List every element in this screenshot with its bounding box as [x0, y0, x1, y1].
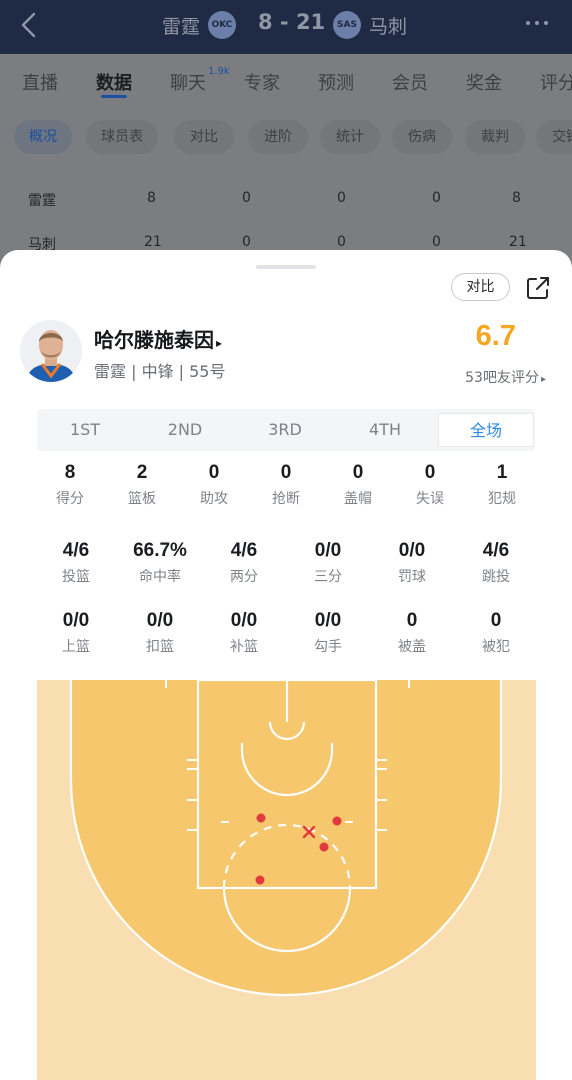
stat-rebounds: 2 篮板 — [128, 462, 156, 507]
away-team-name: 马刺 — [369, 16, 408, 38]
quarter-score: 0 — [432, 234, 441, 250]
match-score: 8 - 21 — [258, 10, 326, 34]
active-tab-indicator — [101, 95, 127, 98]
subtab-referee[interactable]: 裁判 — [465, 120, 525, 154]
tab-chat[interactable]: 聊天 — [170, 69, 206, 95]
stat-hook-shots: 0/0 勾手 — [314, 610, 342, 655]
stat-two-pointers: 4/6 两分 — [230, 540, 258, 585]
quarter-total: 8 — [512, 190, 521, 206]
made-shot-dot — [319, 842, 329, 852]
subtab-stats[interactable]: 统计 — [320, 120, 380, 154]
period-tab-1st[interactable]: 1ST — [37, 413, 133, 447]
stat-points: 8 得分 — [56, 462, 84, 507]
stat-fg-percentage: 66.7% 命中率 — [133, 540, 187, 585]
away-team-logo: SAS — [333, 11, 361, 39]
made-shot-dot — [256, 813, 266, 823]
player-meta: 雷霆 | 中锋 | 55号 — [94, 362, 226, 381]
home-team-name: 雷霆 — [162, 16, 201, 38]
subtab-compare[interactable]: 对比 — [174, 120, 234, 154]
tab-live[interactable]: 直播 — [22, 69, 58, 95]
stat-fouls: 1 犯规 — [488, 462, 516, 507]
made-shot-dot — [255, 875, 265, 885]
match-header: 雷霆 OKC 8 - 21 SAS 马刺 — [0, 0, 572, 54]
tab-experts[interactable]: 专家 — [244, 69, 280, 95]
chat-count-badge: 1.9k — [208, 66, 230, 77]
drag-handle[interactable] — [256, 265, 316, 269]
subtab-overview[interactable]: 概况 — [14, 120, 72, 154]
period-tab-bar: 1ST 2ND 3RD 4TH 全场 — [37, 409, 535, 451]
period-tab-3rd[interactable]: 3RD — [237, 413, 333, 447]
stat-three-pointers: 0/0 三分 — [314, 540, 342, 585]
period-tab-4th[interactable]: 4TH — [337, 413, 433, 447]
quarter-score: 0 — [337, 190, 346, 206]
player-avatar — [20, 320, 82, 382]
period-tab-2nd[interactable]: 2ND — [137, 413, 233, 447]
back-arrow-icon[interactable] — [14, 10, 44, 40]
stat-jump-shots: 4/6 跳投 — [482, 540, 510, 585]
tab-rating[interactable]: 评分 — [540, 69, 572, 95]
stat-blocked: 0 被盖 — [398, 610, 426, 655]
tab-member[interactable]: 会员 — [392, 69, 428, 95]
share-icon[interactable] — [524, 274, 552, 302]
stat-turnovers: 0 失误 — [416, 462, 444, 507]
stat-field-goals: 4/6 投篮 — [62, 540, 90, 585]
stat-blocks: 0 盖帽 — [344, 462, 372, 507]
quarter-score: 0 — [337, 234, 346, 250]
rating-caret-icon: ▸ — [540, 374, 546, 385]
quarter-score: 0 — [432, 190, 441, 206]
subtab-advanced[interactable]: 进阶 — [248, 120, 308, 154]
quarter-score: 8 — [147, 190, 156, 206]
compare-button[interactable]: 对比 — [451, 273, 510, 301]
stat-steals: 0 抢断 — [272, 462, 300, 507]
fan-rating-link[interactable]: 53吧友评分 ▸ — [465, 367, 546, 387]
player-caret-icon: ▸ — [216, 336, 223, 350]
quarter-team: 雷霆 — [28, 193, 56, 209]
quarter-score: 0 — [242, 234, 251, 250]
subtab-player-table[interactable]: 球员表 — [86, 120, 158, 154]
home-team-logo: OKC — [208, 11, 236, 39]
stat-dunks: 0/0 扣篮 — [146, 610, 174, 655]
main-tab-bar: 直播 数据 聊天 1.9k 专家 预测 会员 奖金 评分 — [0, 54, 572, 110]
tab-bonus[interactable]: 奖金 — [466, 69, 502, 95]
subtab-injury[interactable]: 伤病 — [392, 120, 452, 154]
player-name[interactable]: 哈尔滕施泰因 ▸ — [94, 324, 222, 353]
quarter-total: 21 — [509, 234, 527, 250]
sub-tab-bar: 概况 球员表 对比 进阶 统计 伤病 裁判 交锋 — [0, 120, 572, 154]
tab-predict[interactable]: 预测 — [318, 69, 354, 95]
subtab-h2h[interactable]: 交锋 — [536, 120, 572, 154]
player-detail-sheet: 对比 哈尔滕施泰因 ▸ 雷霆 | 中锋 | 55号 6.7 53吧友评分 ▸ 1ST… — [0, 250, 572, 1080]
shot-chart — [37, 678, 536, 1080]
stat-layups: 0/0 上篮 — [62, 610, 90, 655]
stat-free-throws: 0/0 罚球 — [398, 540, 426, 585]
quarter-row-home: 雷霆 8 0 0 0 8 — [0, 180, 572, 216]
quarter-score: 21 — [144, 234, 162, 250]
more-dots-icon[interactable] — [522, 8, 552, 44]
period-tab-full[interactable]: 全场 — [438, 413, 534, 447]
stat-tip-ins: 0/0 补篮 — [230, 610, 258, 655]
tab-data[interactable]: 数据 — [96, 69, 132, 95]
stat-fouled: 0 被犯 — [482, 610, 510, 655]
stat-assists: 0 助攻 — [200, 462, 228, 507]
player-rating: 6.7 — [475, 320, 516, 352]
quarter-score: 0 — [242, 190, 251, 206]
made-shot-dot — [332, 816, 342, 826]
